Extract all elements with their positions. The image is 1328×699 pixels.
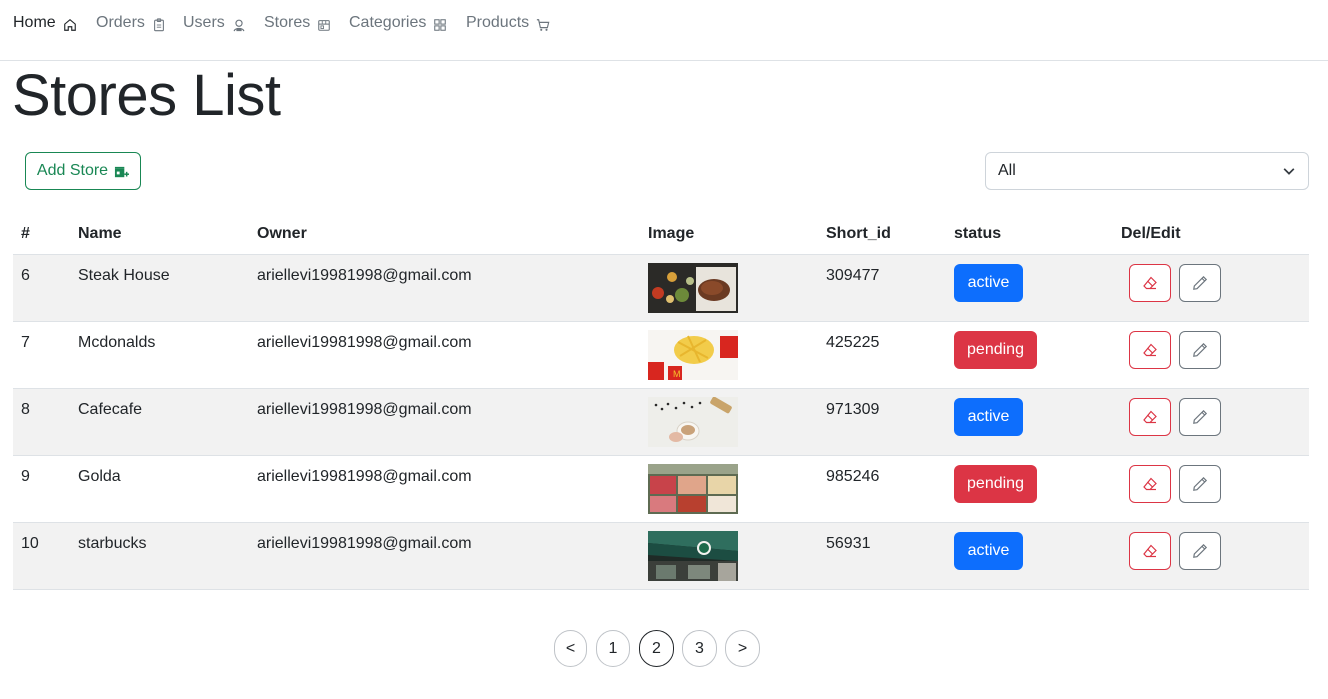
column-header-short-id: Short_id xyxy=(826,225,891,242)
pencil-icon xyxy=(1193,476,1208,491)
nav-home[interactable]: Home xyxy=(13,12,77,34)
add-store-label: Add Store xyxy=(36,162,109,179)
eraser-icon xyxy=(1143,544,1157,558)
home-icon xyxy=(63,18,76,31)
column-header-owner: Owner xyxy=(257,225,307,242)
clipboard-icon xyxy=(154,17,164,31)
delete-store-button[interactable] xyxy=(1129,398,1171,436)
edit-store-button[interactable] xyxy=(1179,264,1221,302)
steak-photo xyxy=(648,263,738,313)
shop-window-icon xyxy=(318,19,331,31)
delete-store-button[interactable] xyxy=(1129,532,1171,570)
column-header-image: Image xyxy=(648,225,695,242)
eraser-icon xyxy=(1143,477,1157,491)
status-toggle-button[interactable]: active xyxy=(954,264,1023,302)
table-row: 8 Cafecafe ariellevi19981998@gmail.com 9… xyxy=(13,389,1309,456)
pagination-page-3[interactable]: 3 xyxy=(682,630,717,667)
column-header-name: Name xyxy=(78,225,122,242)
store-owner: ariellevi19981998@gmail.com xyxy=(257,468,472,485)
nav-stores[interactable]: Stores xyxy=(264,12,331,34)
store-name: Mcdonalds xyxy=(78,334,156,351)
add-store-button[interactable]: Add Store xyxy=(25,152,141,190)
delete-store-button[interactable] xyxy=(1129,264,1171,302)
store-short-id: 985246 xyxy=(826,468,880,485)
store-short-id: 425225 xyxy=(826,334,880,351)
person-badge-icon xyxy=(233,19,245,31)
store-name: Golda xyxy=(78,468,121,485)
store-owner: ariellevi19981998@gmail.com xyxy=(257,535,472,552)
nav-orders[interactable]: Orders xyxy=(96,12,166,34)
fries-photo: M xyxy=(648,330,738,380)
edit-store-button[interactable] xyxy=(1179,532,1221,570)
column-header-number: # xyxy=(21,225,30,242)
nav-label: Categories xyxy=(349,14,427,31)
pagination-next-button[interactable]: > xyxy=(725,630,760,667)
store-short-id: 56931 xyxy=(826,535,871,552)
store-short-id: 309477 xyxy=(826,267,880,284)
nav-users[interactable]: Users xyxy=(183,12,246,34)
pagination-page-1[interactable]: 1 xyxy=(596,630,630,667)
nav-categories[interactable]: Categories xyxy=(349,12,447,34)
eraser-icon xyxy=(1143,410,1157,424)
edit-store-button[interactable] xyxy=(1179,331,1221,369)
nav-products[interactable]: Products xyxy=(466,12,550,34)
pagination-page-2[interactable]: 2 xyxy=(639,630,674,667)
eraser-icon xyxy=(1143,276,1157,290)
status-toggle-button[interactable]: active xyxy=(954,532,1023,570)
delete-store-button[interactable] xyxy=(1129,331,1171,369)
table-row: 6 Steak House ariellevi19981998@gmail.co… xyxy=(13,255,1309,322)
row-number: 6 xyxy=(21,267,30,284)
eraser-icon xyxy=(1143,343,1157,357)
pagination-prev-button[interactable]: < xyxy=(554,630,587,667)
store-name: Steak House xyxy=(78,267,170,284)
nav-label: Orders xyxy=(96,14,145,31)
svg-text:M: M xyxy=(673,369,681,379)
table-header: # Name Owner Image Short_id status Del/E… xyxy=(13,214,1309,255)
store-owner: ariellevi19981998@gmail.com xyxy=(257,267,472,284)
grid-icon xyxy=(434,18,447,31)
pencil-icon xyxy=(1193,543,1208,558)
row-number: 10 xyxy=(21,535,39,552)
edit-store-button[interactable] xyxy=(1179,398,1221,436)
nav-label: Users xyxy=(183,14,225,31)
row-number: 9 xyxy=(21,468,30,485)
nav-label: Home xyxy=(13,14,56,31)
stores-table: # Name Owner Image Short_id status Del/E… xyxy=(13,214,1309,590)
filter-selected-value: All xyxy=(998,162,1016,179)
chevron-down-icon xyxy=(1283,168,1295,175)
starbucks-storefront-photo xyxy=(648,531,738,581)
top-navbar: Home Orders Users Stores Categories Prod… xyxy=(0,0,1328,61)
edit-store-button[interactable] xyxy=(1179,465,1221,503)
store-owner: ariellevi19981998@gmail.com xyxy=(257,401,472,418)
status-toggle-button[interactable]: pending xyxy=(954,331,1037,369)
ice-cream-photo xyxy=(648,464,738,514)
coffee-photo xyxy=(648,397,738,447)
cart-icon xyxy=(537,18,550,31)
pencil-icon xyxy=(1193,275,1208,290)
store-short-id: 971309 xyxy=(826,401,880,418)
store-name: starbucks xyxy=(78,535,147,552)
column-header-del-edit: Del/Edit xyxy=(1121,225,1181,242)
pencil-icon xyxy=(1193,342,1208,357)
store-owner: ariellevi19981998@gmail.com xyxy=(257,334,472,351)
status-filter-select[interactable]: All xyxy=(985,152,1309,190)
table-row: 9 Golda ariellevi19981998@gmail.com 9852… xyxy=(13,456,1309,523)
nav-label: Stores xyxy=(264,14,311,31)
table-row: 10 starbucks ariellevi19981998@gmail.com… xyxy=(13,523,1309,590)
delete-store-button[interactable] xyxy=(1129,465,1171,503)
table-row: 7 Mcdonalds ariellevi19981998@gmail.com … xyxy=(13,322,1309,389)
pencil-icon xyxy=(1193,409,1208,424)
store-name: Cafecafe xyxy=(78,401,143,418)
status-toggle-button[interactable]: pending xyxy=(954,465,1037,503)
shop-add-icon xyxy=(115,166,130,178)
row-number: 8 xyxy=(21,401,30,418)
column-header-status: status xyxy=(954,225,1002,242)
status-toggle-button[interactable]: active xyxy=(954,398,1023,436)
page-title: Stores List xyxy=(12,63,281,128)
nav-label: Products xyxy=(466,14,530,31)
row-number: 7 xyxy=(21,334,30,351)
